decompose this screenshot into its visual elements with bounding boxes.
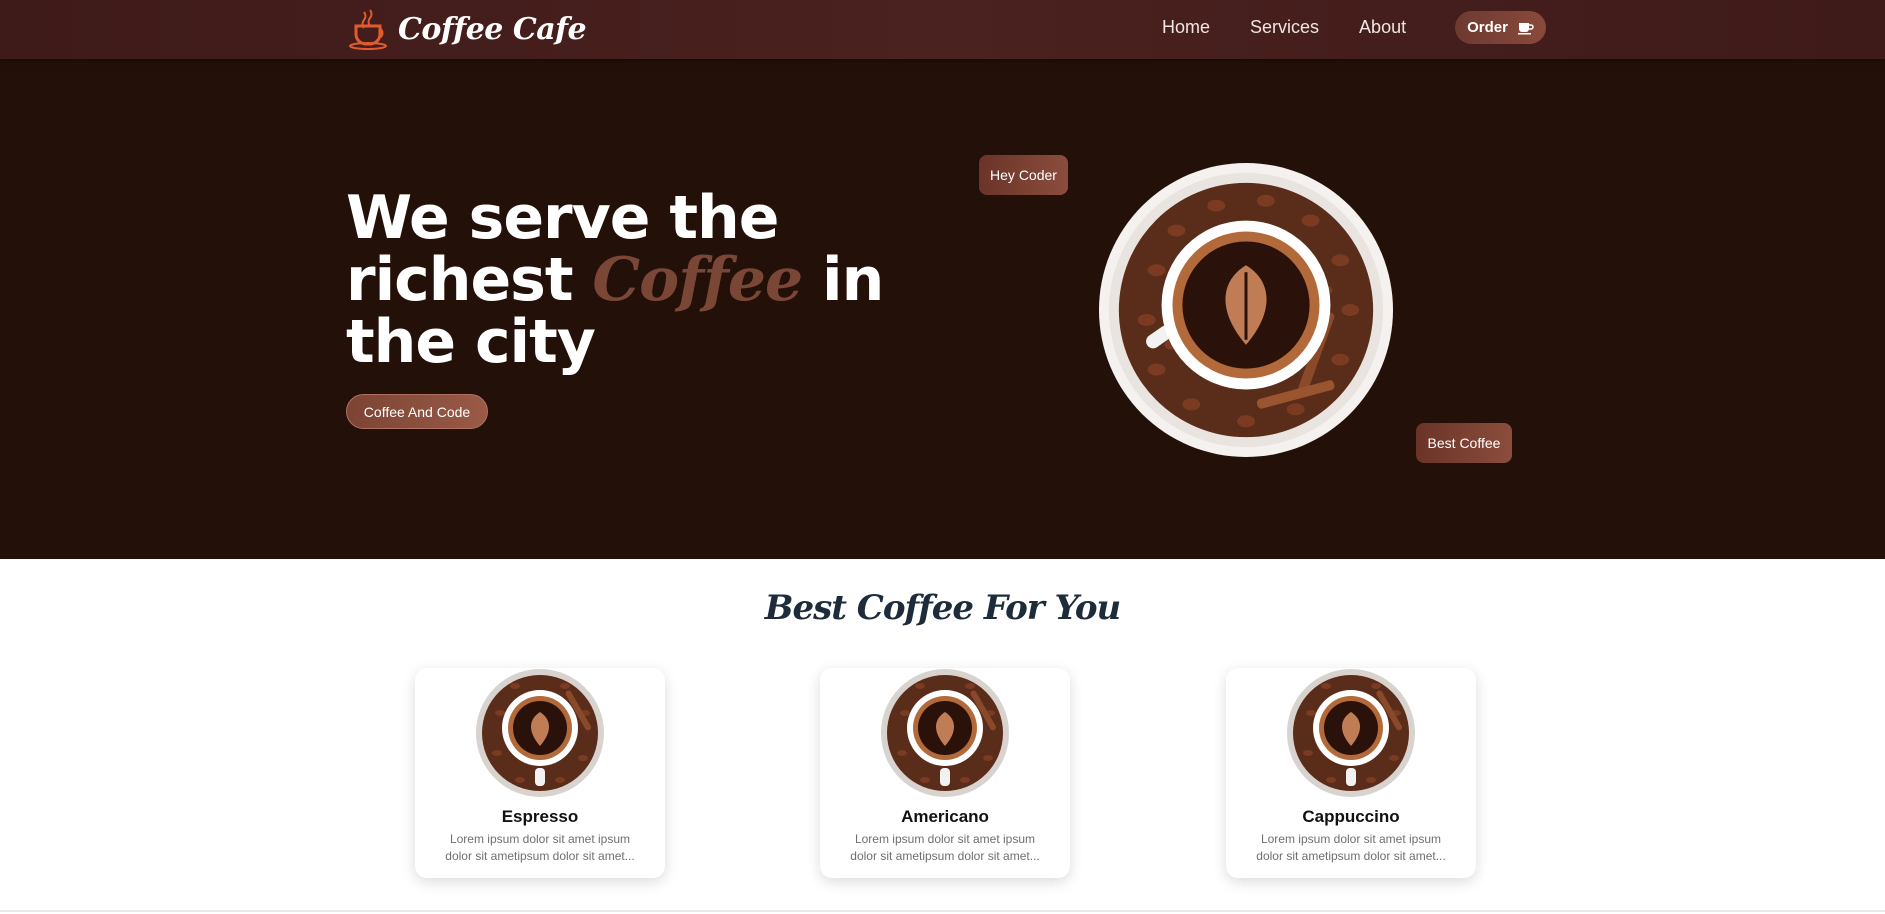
- hero-title-accent: Coffee: [592, 245, 803, 315]
- coffee-cup-image: [881, 669, 1009, 797]
- navbar: Coffee Cafe Home Services About Order: [0, 0, 1885, 59]
- order-button[interactable]: Order: [1455, 11, 1546, 44]
- card-description: Lorem ipsum dolor sit amet ipsum dolor s…: [1256, 832, 1446, 863]
- coffee-cup-logo-icon: [349, 9, 387, 50]
- coffee-cup-image: [1287, 669, 1415, 797]
- card-title: Espresso: [501, 807, 579, 826]
- product-card-americano[interactable]: Americano Lorem ipsum dolor sit amet ips…: [820, 668, 1070, 878]
- hero-title: We serve the richest Coffee in the city: [346, 187, 946, 373]
- card-description: Lorem ipsum dolor sit amet ipsum dolor s…: [850, 832, 1040, 863]
- card-title: Americano: [901, 807, 989, 826]
- best-coffee-tag: Best Coffee: [1416, 423, 1512, 463]
- nav-link-about[interactable]: About: [1359, 17, 1406, 38]
- brand[interactable]: Coffee Cafe: [348, 8, 587, 50]
- brand-name: Coffee Cafe: [398, 11, 587, 47]
- coffee-cup-image: [1098, 162, 1394, 458]
- hero-section: We serve the richest Coffee in the city …: [0, 59, 1885, 559]
- coffee-cup-image: [476, 669, 604, 797]
- card-description: Lorem ipsum dolor sit amet ipsum dolor s…: [445, 832, 635, 863]
- product-card-cappuccino[interactable]: Cappuccino Lorem ipsum dolor sit amet ip…: [1226, 668, 1476, 878]
- nav-link-services[interactable]: Services: [1250, 17, 1319, 38]
- coffee-cup-icon: [1517, 22, 1534, 34]
- hey-coder-tag: Hey Coder: [979, 155, 1068, 195]
- card-title: Cappuccino: [1302, 807, 1400, 826]
- section-title: Best Coffee For You: [764, 588, 1122, 628]
- coffee-and-code-button[interactable]: Coffee And Code: [346, 394, 488, 429]
- divider: [0, 910, 1885, 912]
- nav-links: Home Services About: [1162, 0, 1446, 55]
- order-button-label: Order: [1467, 19, 1508, 36]
- nav-link-home[interactable]: Home: [1162, 17, 1210, 38]
- product-card-espresso[interactable]: Espresso Lorem ipsum dolor sit amet ipsu…: [415, 668, 665, 878]
